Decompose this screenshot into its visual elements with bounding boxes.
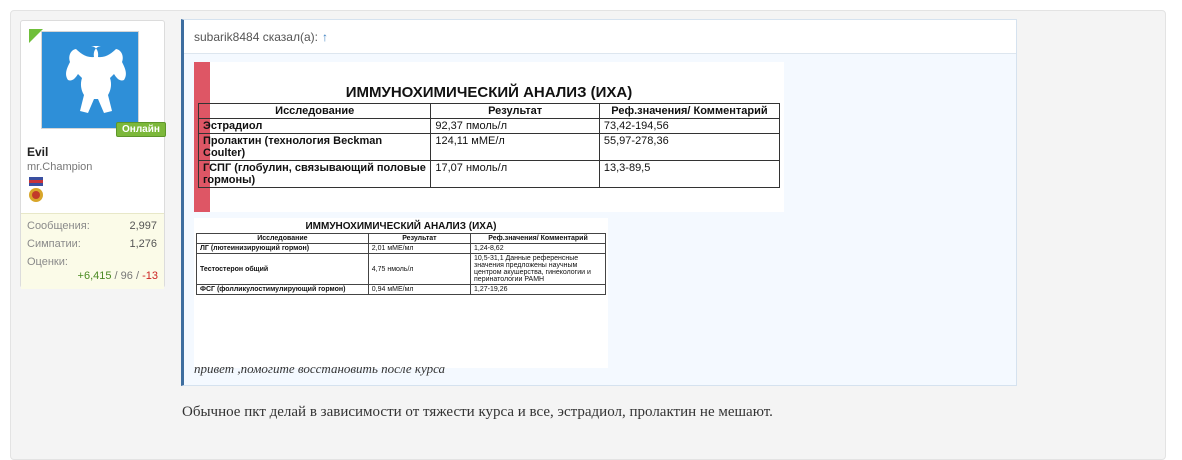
ratings-label: Оценки:: [27, 256, 68, 268]
column-header: Результат: [430, 103, 600, 119]
lab-scan-image-1[interactable]: ИММУНОХИМИЧЕСКИЙ АНАЛИЗ (ИХА) Исследован…: [194, 62, 784, 212]
column-header: Исследование: [196, 233, 369, 244]
messages-label: Сообщения:: [27, 220, 90, 232]
online-status-badge: Онлайн: [116, 122, 166, 137]
user-title: mr.Champion: [27, 161, 93, 173]
table-cell: 13,3-89,5: [598, 160, 781, 188]
lab-table-title: ИММУНОХИМИЧЕСКИЙ АНАЛИЗ (ИХА): [305, 221, 497, 232]
quote-header: subarik8484 сказал(а): ↑: [184, 20, 1016, 54]
user-stats: Сообщения: 2,997 Симпатии: 1,276 Оценки:…: [21, 213, 164, 289]
rating-negative: -13: [142, 270, 158, 282]
table-cell: Пролактин (технология Beckman Coulter): [197, 133, 432, 161]
quote-author: subarik8484 сказал(а): ↑: [194, 30, 328, 44]
column-header: Реф.значения/ Комментарий: [598, 103, 781, 119]
quote-block: subarik8484 сказал(а): ↑ ИММУНОХИМИЧЕСКИЙ…: [181, 19, 1017, 386]
quote-text: привет ,помогите восстановить после курс…: [194, 361, 446, 376]
rating-separator: /: [111, 270, 121, 282]
table-row: Тестостерон общий 4,75 нмоль/л 10,5-31,1…: [196, 253, 606, 285]
table-cell: 17,07 нмоль/л: [430, 160, 600, 188]
bodybuilder-silhouette-icon: [66, 46, 126, 113]
table-row: Эстрадиол 92,37 пмоль/л 73,42-194,56: [197, 118, 781, 134]
reply-text: Обычное пкт делай в зависимости от тяжес…: [182, 404, 773, 420]
table-cell: 55,97-278,36: [598, 133, 781, 161]
table-cell: 4,75 нмоль/л: [367, 253, 472, 285]
lab-table-1: ИММУНОХИМИЧЕСКИЙ АНАЛИЗ (ИХА) Исследован…: [197, 82, 781, 188]
likes-stat: Симпатии: 1,276: [27, 238, 157, 250]
table-cell: ФСГ (фолликулостимулирующий гормон): [196, 284, 369, 295]
rating-separator: /: [132, 270, 143, 282]
column-header: Реф.значения/ Комментарий: [470, 233, 606, 244]
messages-stat: Сообщения: 2,997: [27, 220, 157, 232]
avatar[interactable]: [41, 31, 139, 129]
column-header: Исследование: [197, 103, 432, 119]
table-cell: ГСПГ (глобулин, связывающий половые горм…: [197, 160, 432, 188]
medal-icon: [29, 177, 43, 202]
table-cell: ЛГ (лютеинизирующий гормон): [196, 243, 369, 254]
lab-table-2: ИММУНОХИМИЧЕСКИЙ АНАЛИЗ (ИХА) Исследован…: [196, 220, 606, 295]
column-header: Результат: [367, 233, 472, 244]
table-cell: 0,94 мМЕ/мл: [367, 284, 472, 295]
ratings-stat: Оценки:: [27, 256, 157, 268]
table-cell: 1,27-19,26: [470, 284, 606, 295]
lab-table-title: ИММУНОХИМИЧЕСКИЙ АНАЛИЗ (ИХА): [345, 84, 633, 101]
lab-scan-image-2[interactable]: ИММУНОХИМИЧЕСКИЙ АНАЛИЗ (ИХА) Исследован…: [194, 218, 608, 368]
table-cell: 1,24-8,62: [470, 243, 606, 254]
likes-label: Симпатии:: [27, 238, 81, 250]
table-cell: 2,01 мМЕ/мл: [367, 243, 472, 254]
rating-positive: +6,415: [77, 270, 112, 282]
quote-author-text: subarik8484 сказал(а):: [194, 30, 318, 44]
table-cell: 10,5-31,1 Данные референсные значения пр…: [470, 253, 606, 285]
table-row: Пролактин (технология Beckman Coulter) 1…: [197, 133, 781, 161]
table-row: ГСПГ (глобулин, связывающий половые горм…: [197, 160, 781, 188]
user-info-panel: Онлайн Evil mr.Champion Сообщения: 2,997…: [20, 20, 166, 289]
ratings-value: +6,415 / 96 / -13: [78, 270, 158, 282]
go-to-quote-arrow-icon[interactable]: ↑: [322, 30, 328, 44]
online-corner-marker: [29, 29, 43, 43]
table-row: ЛГ (лютеинизирующий гормон) 2,01 мМЕ/мл …: [196, 243, 606, 254]
table-cell: 124,11 мМЕ/л: [430, 133, 600, 161]
rating-neutral: 96: [120, 270, 133, 282]
table-cell: 73,42-194,56: [598, 118, 781, 134]
table-cell: Тестостерон общий: [196, 253, 369, 285]
likes-value: 1,276: [129, 238, 157, 250]
table-row: ФСГ (фолликулостимулирующий гормон) 0,94…: [196, 284, 606, 295]
table-cell: 92,37 пмоль/л: [430, 118, 600, 134]
table-cell: Эстрадиол: [197, 118, 432, 134]
username[interactable]: Evil: [27, 145, 48, 159]
messages-value[interactable]: 2,997: [129, 220, 157, 232]
